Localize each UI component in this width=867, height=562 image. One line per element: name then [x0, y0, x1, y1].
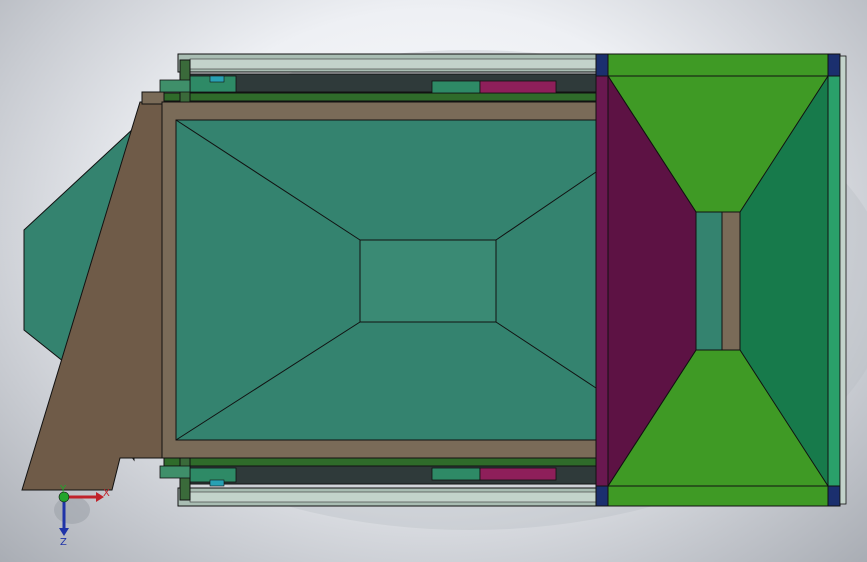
bottom-left-bracket — [159, 465, 191, 479]
top-green-bar — [607, 53, 831, 77]
corner-block-tl — [595, 53, 609, 77]
bottom-green-rail — [163, 457, 597, 467]
bottom-bearing-right — [431, 467, 481, 481]
triad-x-label: X — [103, 488, 110, 499]
triad-z-label: Z — [60, 537, 67, 548]
throat-brown — [721, 211, 741, 351]
corner-block-br — [827, 485, 841, 507]
bottom-outer-rail-inner — [189, 491, 597, 503]
top-bearing-right — [431, 80, 481, 94]
side-panel-top-lip — [141, 91, 165, 105]
main-hopper[interactable] — [161, 101, 597, 459]
bottom-motor-block — [479, 467, 557, 481]
triad-z-arrowhead — [59, 528, 69, 536]
corner-block-tr — [827, 53, 841, 77]
top-motor-block — [479, 80, 557, 94]
bottom-bearing-left-cap — [209, 479, 225, 487]
top-rail-assembly[interactable] — [159, 53, 599, 109]
far-right-rail — [839, 55, 847, 505]
orientation-triad[interactable]: X Y Z — [54, 484, 110, 548]
bottom-rail-assembly[interactable] — [159, 455, 599, 507]
top-green-rail — [163, 92, 597, 102]
cad-viewport[interactable]: X Y Z — [0, 0, 867, 562]
corner-block-bl — [595, 485, 609, 507]
hopper-outlet — [359, 239, 497, 323]
magenta-flange — [595, 75, 609, 487]
bottom-green-bar — [607, 485, 831, 507]
top-outer-rail-inner — [189, 58, 597, 70]
triad-y-label: Y — [59, 484, 67, 495]
right-edge-strip — [827, 75, 841, 487]
triad-shadow — [54, 496, 90, 524]
throat-teal — [695, 211, 723, 351]
discharge-section[interactable] — [595, 53, 847, 507]
top-left-bracket — [159, 79, 191, 93]
top-bearing-left-cap — [209, 75, 225, 83]
